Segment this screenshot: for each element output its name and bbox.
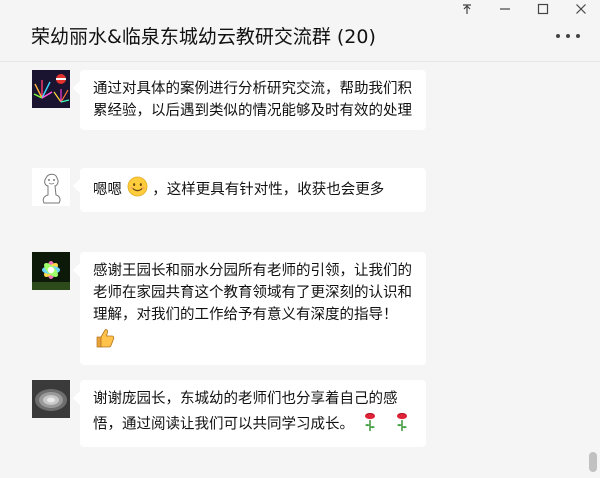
close-button[interactable] <box>562 0 600 18</box>
flower-avatar[interactable] <box>32 252 70 290</box>
message-text: 感谢王园长和丽水分园所有老师的引领，让我们的老师在家园共育这个教育领域有了更深刻… <box>93 263 412 323</box>
message-bubble[interactable]: 通过对具体的案例进行分析研究交流，帮助我们积累经验，以后遇到类似的情况能够及时有… <box>80 70 426 130</box>
more-dots-icon <box>576 34 580 38</box>
message-text: ，这样更具有针对性，收获也会更多 <box>152 182 385 198</box>
rose-emoji-icon <box>359 410 381 439</box>
window-controls <box>448 0 600 18</box>
message-text: 通过对具体的案例进行分析研究交流，帮助我们积累经验，以后遇到类似的情况能够及时有… <box>93 81 412 119</box>
message-text: 嗯嗯 <box>93 182 122 198</box>
more-dots-icon <box>566 34 570 38</box>
smile-emoji-icon <box>127 176 148 204</box>
vertical-scrollbar[interactable] <box>589 64 597 476</box>
close-icon <box>576 4 586 14</box>
message-bubble[interactable]: 谢谢庞园长，东城幼的老师们也分享着自己的感悟，通过阅读让我们可以共同学习成长。 <box>80 380 426 447</box>
scroll-thumb[interactable] <box>589 452 597 472</box>
more-options-button[interactable] <box>556 31 580 41</box>
message-bubble[interactable]: 感谢王园长和丽水分园所有老师的引领，让我们的老师在家园共育这个教育领域有了更深刻… <box>80 252 426 365</box>
pin-button[interactable] <box>448 0 486 18</box>
message-text: 谢谢庞园长，东城幼的老师们也分享着自己的感悟，通过阅读让我们可以共同学习成长。 <box>93 391 398 433</box>
maximize-icon <box>537 3 549 15</box>
thumbs-up-emoji-icon <box>93 326 117 357</box>
group-title: 荣幼丽水&临泉东城幼云教研交流群 (20) <box>31 26 376 48</box>
pin-icon <box>463 4 471 14</box>
more-dots-icon <box>556 34 560 38</box>
rose-emoji-icon <box>391 410 413 439</box>
maximize-button[interactable] <box>524 0 562 18</box>
minimize-icon <box>500 8 510 10</box>
minimize-button[interactable] <box>486 0 524 18</box>
fireworks-avatar[interactable] <box>32 70 70 108</box>
message-bubble[interactable]: 嗯嗯 ，这样更具有针对性，收获也会更多 <box>80 168 426 212</box>
spiral-avatar[interactable] <box>32 380 70 418</box>
chat-message-list[interactable]: 通过对具体的案例进行分析研究交流，帮助我们积累经验，以后遇到类似的情况能够及时有… <box>0 63 600 478</box>
cartoon-sketch-avatar[interactable] <box>32 168 70 206</box>
